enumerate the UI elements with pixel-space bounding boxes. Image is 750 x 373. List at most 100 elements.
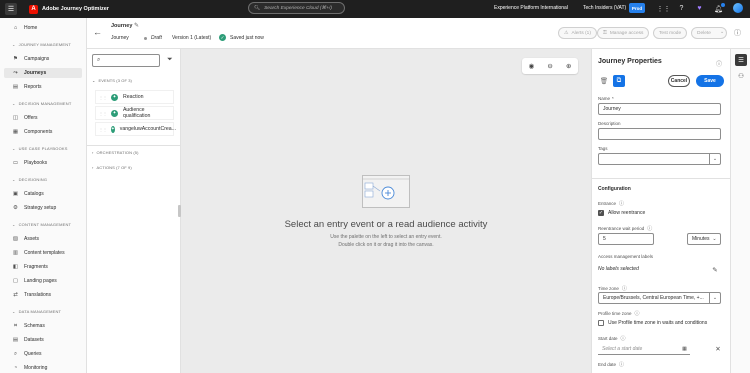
palette-item-label: Audience qualification (122, 107, 151, 119)
camera-icon[interactable]: ◉ (529, 62, 535, 70)
drag-handle-icon[interactable]: ⋮⋮ (99, 95, 107, 100)
start-date-input[interactable]: Select a start date ▦ (598, 343, 690, 355)
zoom-in-icon[interactable]: ⊕ (566, 62, 571, 70)
palette-item-reaction[interactable]: ⋮⋮ ✦ Reaction (95, 90, 174, 104)
palette-item-custom-event[interactable]: ⋮⋮ ✦ vangeluwAccountCrea... (95, 122, 176, 136)
profile-tz-checkbox[interactable]: Use Profile time zone in waits and condi… (598, 320, 707, 326)
time-zone-label: Time zone ⓘ (598, 285, 627, 292)
time-zone-select[interactable]: Europe/Brussels, Central European Time, … (598, 292, 721, 304)
description-field[interactable] (598, 128, 721, 140)
reentrance-unit-select[interactable]: Minutes ⌄ (687, 233, 721, 245)
info-icon[interactable]: ⓘ (621, 335, 626, 342)
nav-label: Monitoring (24, 365, 48, 371)
feedback-icon[interactable]: ♥ (694, 3, 705, 14)
nav-item-reports[interactable]: ▤ Reports (4, 82, 82, 92)
info-icon[interactable]: ⓘ (716, 59, 722, 68)
edit-labels-icon[interactable]: ✎ (709, 264, 721, 276)
nav-item-landing-pages[interactable]: ▢ Landing pages (4, 276, 82, 286)
org-switcher[interactable]: Experience Platform International (494, 5, 568, 11)
nav-item-campaigns[interactable]: ⚑ Campaigns (4, 54, 82, 64)
nav-item-fragments[interactable]: ◧ Fragments (4, 262, 82, 272)
info-icon[interactable]: ⓘ (734, 28, 741, 38)
name-label: Name * (598, 96, 614, 101)
actions-section-header[interactable]: › ACTIONS (7 OF 9) (92, 165, 132, 170)
calendar-icon[interactable]: ▦ (679, 343, 690, 354)
allow-reentrance-checkbox[interactable]: ✓ Allow reentrance (598, 210, 645, 216)
nav-item-datasets[interactable]: ▤ Datasets (4, 335, 82, 345)
cancel-button[interactable]: Cancel (668, 75, 690, 87)
nav-item-content-templates[interactable]: ▥ Content templates (4, 248, 82, 258)
test-mode-button[interactable]: Test mode (653, 27, 688, 39)
journey-canvas[interactable]: ◉ ⊖ ⊕ Select an entry event or a read au… (181, 49, 591, 373)
nav-item-catalogs[interactable]: ▣ Catalogs (4, 189, 82, 199)
nav-section-data-management[interactable]: ⌄ DATA MANAGEMENT (12, 309, 61, 314)
nav-item-playbooks[interactable]: ▭ Playbooks (4, 158, 82, 168)
help-icon[interactable]: ? (676, 3, 687, 14)
palette-item-audience-qualification[interactable]: ⋮⋮ ✦ Audience qualification (95, 106, 174, 120)
chevron-down-icon[interactable]: ⌄ (709, 293, 720, 303)
name-field[interactable]: Journey (598, 103, 721, 115)
left-navigation: ⌂ Home ⌄ JOURNEY MANAGEMENT ⚑ Campaigns ⤳ Jo… (0, 18, 87, 373)
nav-item-components[interactable]: ▦ Components (4, 127, 82, 137)
nav-section-use-case-playbooks[interactable]: ⌄ USE CASE PLAYBOOKS (12, 146, 68, 151)
nav-item-journeys[interactable]: ⤳ Journeys (4, 68, 82, 78)
nav-section-decision-management[interactable]: ⌄ DECISION MANAGEMENT (12, 101, 71, 106)
reentrance-wait-label: Reentrance wait period ⓘ (598, 225, 652, 232)
save-button[interactable]: Save (696, 75, 724, 87)
reentrance-wait-input[interactable]: 5 (598, 233, 654, 245)
global-search-input[interactable]: 🔍︎ Search Experience Cloud (⌘+/) (248, 2, 345, 14)
info-icon[interactable]: ⓘ (622, 285, 627, 292)
drag-handle-icon[interactable]: ⋮⋮ (99, 111, 107, 116)
version-label[interactable]: Version 1 (Latest) (172, 35, 211, 41)
nav-section-content-management[interactable]: ⌄ CONTENT MANAGEMENT (12, 222, 71, 227)
back-arrow-icon[interactable]: ← (93, 27, 102, 37)
nav-label: Strategy setup (24, 205, 57, 211)
sandbox-switcher[interactable]: Tech Insiders (VAT) (583, 5, 626, 11)
nav-item-home[interactable]: ⌂ Home (4, 23, 82, 33)
checkbox-unchecked-icon[interactable] (598, 320, 604, 326)
palette-resize-handle[interactable] (178, 205, 181, 217)
info-icon[interactable]: ⓘ (647, 225, 652, 232)
alerts-button[interactable]: ⚠ Alerts (1) (558, 27, 597, 39)
clear-date-icon[interactable]: ✕ (712, 343, 724, 355)
menu-icon[interactable]: ☰ (5, 3, 17, 15)
status-badge: Draft (144, 35, 162, 41)
nav-item-strategy-setup[interactable]: ⚙ Strategy setup (4, 203, 82, 213)
breadcrumb[interactable]: Journey (111, 35, 129, 41)
chevron-down-icon[interactable]: ⌄ (709, 154, 720, 164)
properties-toggle-icon[interactable]: ☰ (735, 54, 747, 66)
nav-section-decisioning[interactable]: ⌄ DECISIONING (12, 177, 47, 182)
nav-item-translations[interactable]: ⇄ Translations (4, 290, 82, 300)
tags-field[interactable]: ⌄ (598, 153, 721, 165)
user-avatar[interactable] (733, 3, 743, 13)
zoom-out-icon[interactable]: ⊖ (547, 62, 552, 70)
event-icon: ✦ (111, 125, 115, 133)
delete-trash-icon[interactable]: 🗑︎ (598, 75, 610, 87)
events-section-header[interactable]: ⌄ EVENTS (3 OF 3) (92, 78, 132, 83)
chevron-down-icon[interactable]: ⌄ (720, 29, 724, 35)
copy-icon[interactable]: ⧉ (613, 75, 625, 87)
nav-label: Journeys (24, 70, 47, 76)
chevron-right-icon: › (92, 150, 94, 155)
info-icon[interactable]: ⓘ (619, 361, 624, 368)
info-icon[interactable]: ⓘ (619, 200, 624, 207)
nav-item-assets[interactable]: ▨ Assets (4, 234, 82, 244)
landing-pages-icon: ▢ (12, 278, 19, 284)
nav-item-monitoring[interactable]: ◔ Monitoring (4, 363, 82, 373)
nav-item-queries[interactable]: ⌕ Queries (4, 349, 82, 359)
nav-item-schemas[interactable]: ⌗ Schemas (4, 321, 82, 331)
palette-search-input[interactable]: ⌕ (92, 54, 160, 67)
filter-icon[interactable]: ⏷ (167, 56, 173, 64)
nav-section-journey-management[interactable]: ⌄ JOURNEY MANAGEMENT (12, 42, 71, 47)
user-access-icon[interactable]: ⚇ (735, 70, 747, 82)
edit-pencil-icon[interactable]: ✎ (134, 22, 139, 29)
drag-handle-icon[interactable]: ⋮⋮ (99, 127, 107, 132)
nav-item-offers[interactable]: ◫ Offers (4, 113, 82, 123)
info-icon[interactable]: ⓘ (635, 310, 640, 317)
manage-access-button[interactable]: ⚿ Manage access (597, 27, 650, 39)
checkbox-checked-icon[interactable]: ✓ (598, 210, 604, 216)
nav-label: Datasets (24, 337, 44, 343)
orchestration-section-header[interactable]: › ORCHESTRATION (5) (92, 150, 139, 155)
components-icon: ▦ (12, 129, 19, 135)
apps-grid-icon[interactable]: ⋮⋮ (657, 3, 671, 14)
